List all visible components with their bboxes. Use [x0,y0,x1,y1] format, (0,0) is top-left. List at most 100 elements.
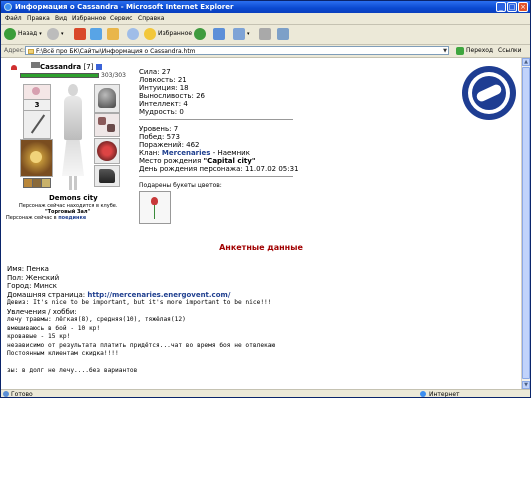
home-button[interactable] [107,27,121,41]
figure-body [64,96,82,140]
page-content: Cassandra [7] 303/303 3 Demons city Перс… [1,58,521,389]
back-button[interactable]: Назад ▾ [4,27,42,41]
scroll-thumb[interactable] [522,67,530,379]
refresh-button[interactable] [90,27,104,41]
refresh-icon [90,27,102,40]
figure-leg-right [74,176,77,190]
history-button[interactable] [213,27,227,41]
stat-level: Уровень: 7 [139,125,179,133]
hp-bar-fill [21,74,98,77]
homepage-link[interactable]: http://mercenaries.energovent.com/ [87,291,230,299]
window-title: Информация о Cassandra - Microsoft Inter… [15,3,234,11]
flowers-label: Подарены букеты цветов: [139,182,222,189]
heart-icon [11,65,17,70]
maximize-button[interactable]: □ [507,2,517,12]
hp-value: 303/303 [101,72,126,79]
ie-logo-icon [4,3,12,11]
hobby-line: кровавые - 15 кр! [7,333,71,340]
forward-button[interactable]: ▾ [47,27,64,41]
profile-city: Город: Минск [7,282,57,290]
profile-section: Имя: Пенка Пол: Женский Город: Минск Дом… [7,265,275,376]
scroll-down-icon[interactable]: ▼ [522,381,530,389]
weapon-slot[interactable] [23,110,51,139]
stat-strength: Сила: 27 [139,68,171,76]
back-arrow-icon [4,27,16,40]
scroll-up-icon[interactable]: ▲ [522,58,530,66]
weapon-icon [31,62,40,68]
hp-bar [20,73,99,78]
stat-intellect: Интеллект: 4 [139,100,188,108]
info-icon[interactable] [95,64,102,70]
edit-button[interactable] [277,27,291,41]
search-icon [127,27,139,40]
menu-edit[interactable]: Правка [27,13,50,24]
clan-emblem[interactable] [462,66,516,120]
clan-line: Клан: Mercenaries - Наемник [139,149,250,157]
helmet-slot[interactable] [94,84,120,113]
address-input[interactable]: F:\Всё про БК\Сайты\Информация о Cassand… [25,46,449,55]
stop-button[interactable] [74,27,88,41]
gloves-slot[interactable] [94,113,120,137]
birthplace-line: Место рождения "Capital city" [139,157,255,165]
media-button[interactable] [194,27,208,41]
print-button[interactable] [259,27,273,41]
menu-help[interactable]: Справка [138,13,164,24]
profile-motto: Девиз: It's nice to be important, but it… [7,299,272,306]
stat-agility: Ловкость: 21 [139,76,187,84]
hobby-line: независимо от результата платить придётс… [7,341,276,349]
stats-divider [139,119,293,120]
go-button[interactable]: Переход [456,45,493,56]
folder-icon [28,49,34,54]
sword-icon [30,114,46,134]
stat-endurance: Выносливость: 26 [139,92,206,100]
belt-item-3[interactable] [41,178,51,188]
amulet-slot[interactable] [23,84,51,100]
status-ready: Готово [11,391,33,398]
hobby-label: Увлечения / хобби: [7,307,77,316]
close-button[interactable]: × [518,2,528,12]
character-figure [56,84,90,192]
vertical-scrollbar[interactable]: ▲ ▼ [521,58,530,389]
flower-bouquet[interactable] [139,191,171,224]
helmet-icon [98,88,116,108]
print-icon [259,27,271,40]
menu-view[interactable]: Вид [55,13,67,24]
fight-link[interactable]: поединке [58,215,86,221]
favorites-button[interactable]: Избранное [144,27,192,41]
menu-tools[interactable]: Сервис [110,13,132,24]
shield-icon [97,141,117,161]
links-button[interactable]: Ссылки [498,45,522,56]
go-arrow-icon [456,46,464,55]
character-level: [7] [83,63,94,71]
city-name: Demons city [49,194,98,202]
profile-gender: Пол: Женский [7,273,60,282]
profile-heading: Анкетные данные [219,243,303,252]
stop-icon [74,27,86,40]
figure-leg-left [69,176,72,190]
clan-rank: - Наемник [212,149,250,157]
home-icon [107,27,119,40]
menu-file[interactable]: Файл [5,13,22,24]
minimize-button[interactable]: _ [496,2,506,12]
clan-link[interactable]: Mercenaries [162,149,211,157]
address-dropdown-icon[interactable]: ▼ [443,47,447,56]
search-button[interactable] [127,27,141,41]
boots-slot[interactable] [94,165,120,187]
fight-prefix: Персонаж сейчас в [6,215,57,221]
character-title: Cassandra [7] [40,63,102,71]
mail-button[interactable]: ▾ [233,27,250,41]
address-url: F:\Всё про БК\Сайты\Информация о Cassand… [36,48,196,55]
mail-icon [233,27,245,40]
title-bar: Информация о Cassandra - Microsoft Inter… [1,1,530,13]
address-label: Адрес: [4,47,26,54]
menu-favorites[interactable]: Избранное [72,13,106,24]
profile-name: Имя: Пенка [7,265,49,273]
birthplace-label: Место рождения [139,157,202,165]
shield-slot[interactable] [94,138,120,164]
stat-wisdom: Мудрость: 0 [139,108,184,116]
internet-zone-icon [420,391,426,397]
armor-slot[interactable] [20,139,53,177]
hobby-line [7,359,275,368]
hobby-line: лечу травмы: лёгкая(8), средняя(10), тяж… [7,316,186,323]
stat-wins: Побед: 573 [139,133,180,141]
